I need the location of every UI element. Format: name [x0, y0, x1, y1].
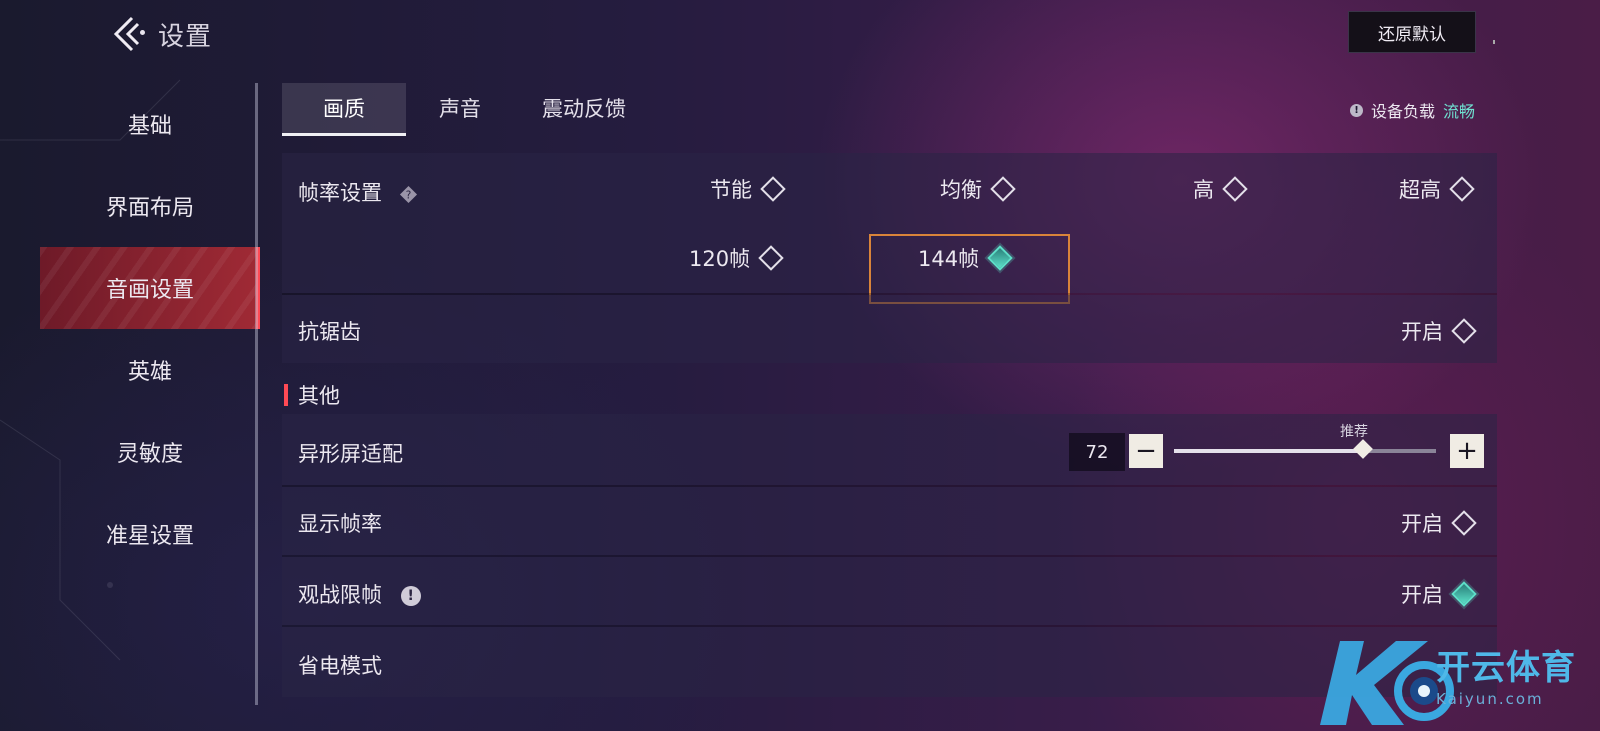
- spectate-limit-label-text: 观战限帧: [298, 583, 382, 607]
- top-bar: 设置 还原默认: [0, 0, 1600, 70]
- diamond-selected-icon: [1451, 581, 1477, 607]
- diamond-icon: [760, 176, 786, 202]
- watermark-sub: Kaiyun.com: [1436, 690, 1544, 708]
- sidebar-item-hero[interactable]: 英雄: [40, 329, 260, 411]
- device-load-value: 流畅: [1443, 102, 1476, 121]
- device-load: ! 设备负载 流畅: [1350, 98, 1475, 122]
- fps-120-label: 120帧: [689, 247, 751, 271]
- preset-power-save-label: 节能: [710, 178, 752, 202]
- spectate-limit-row: [282, 557, 1497, 625]
- tab-sound[interactable]: 声音: [412, 83, 508, 133]
- info-icon[interactable]: !: [400, 586, 421, 606]
- device-load-label: 设备负载: [1371, 102, 1436, 121]
- page-title: 设置: [158, 22, 213, 52]
- anti-alias-label: 抗锯齿: [298, 320, 361, 344]
- preset-high[interactable]: 高: [1193, 174, 1248, 204]
- sidebar-item-basic[interactable]: 基础: [40, 83, 260, 165]
- sidebar-item-layout[interactable]: 界面布局: [40, 165, 260, 247]
- tab-graphics[interactable]: 画质: [282, 83, 406, 136]
- diamond-icon: [1451, 510, 1477, 536]
- tab-vibration[interactable]: 震动反馈: [520, 83, 648, 133]
- diamond-icon: [1222, 176, 1248, 202]
- title-dot: [140, 30, 145, 35]
- show-fps-toggle[interactable]: 开启: [1401, 508, 1477, 538]
- reset-default-button[interactable]: 还原默认: [1348, 11, 1476, 53]
- anti-alias-row: [282, 295, 1497, 363]
- increase-button[interactable]: +: [1450, 434, 1484, 468]
- preset-high-label: 高: [1193, 178, 1214, 202]
- spectate-limit-label: 观战限帧 !: [298, 579, 421, 609]
- notch-fit-label: 异形屏适配: [298, 442, 403, 466]
- watermark-brand: 开云体育: [1436, 648, 1576, 688]
- frame-rate-label: 帧率设置 ?: [298, 177, 418, 207]
- section-title-other: 其他: [298, 384, 340, 408]
- preset-ultra[interactable]: 超高: [1399, 174, 1475, 204]
- frame-rate-label-text: 帧率设置: [298, 181, 382, 205]
- svg-text:?: ?: [405, 189, 411, 201]
- preset-balanced-label: 均衡: [940, 178, 982, 202]
- recommend-label: 推荐: [1340, 424, 1368, 440]
- anti-alias-toggle[interactable]: 开启: [1401, 316, 1477, 346]
- preset-balanced[interactable]: 均衡: [940, 174, 1016, 204]
- show-fps-value: 开启: [1401, 512, 1443, 536]
- sidebar: 基础 界面布局 音画设置 英雄 灵敏度 准星设置: [40, 83, 260, 731]
- show-fps-label: 显示帧率: [298, 512, 382, 536]
- spectate-limit-toggle[interactable]: 开启: [1401, 579, 1477, 609]
- preset-ultra-label: 超高: [1399, 178, 1441, 202]
- diamond-icon: [758, 245, 784, 271]
- decrease-button[interactable]: −: [1129, 434, 1163, 468]
- help-icon[interactable]: ?: [399, 185, 418, 204]
- back-chevron-icon: [113, 16, 140, 52]
- diamond-icon: [990, 176, 1016, 202]
- notch-fit-value: 72: [1069, 433, 1125, 471]
- spectate-limit-value: 开启: [1401, 583, 1443, 607]
- sidebar-item-sensitivity[interactable]: 灵敏度: [40, 411, 260, 493]
- reset-mark: [1493, 40, 1495, 44]
- preset-power-save[interactable]: 节能: [710, 174, 786, 204]
- anti-alias-value: 开启: [1401, 320, 1443, 344]
- sidebar-item-audio-video[interactable]: 音画设置: [40, 247, 260, 329]
- sidebar-divider: [255, 83, 258, 705]
- fps-120-option[interactable]: 120帧: [689, 243, 784, 273]
- diamond-icon: [1451, 318, 1477, 344]
- section-accent-bar: [284, 384, 288, 406]
- slider-fill: [1174, 449, 1363, 453]
- notch-fit-slider[interactable]: [1174, 439, 1436, 459]
- diamond-icon: [1449, 176, 1475, 202]
- show-fps-row: [282, 487, 1497, 555]
- sidebar-item-crosshair[interactable]: 准星设置: [40, 493, 260, 575]
- power-save-label: 省电模式: [298, 654, 382, 678]
- tab-bar: 画质 声音 震动反馈: [282, 83, 1502, 136]
- info-icon: !: [1350, 103, 1363, 117]
